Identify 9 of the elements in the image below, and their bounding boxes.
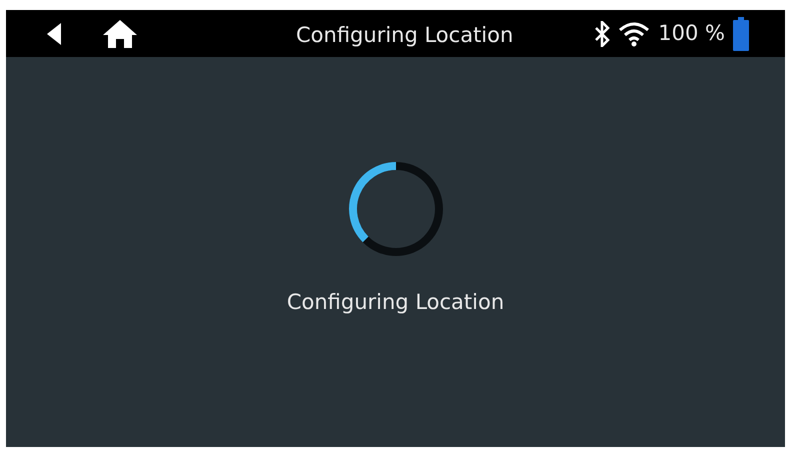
home-icon [102, 18, 138, 48]
battery-percentage: 100 % [658, 20, 725, 47]
battery-icon [733, 16, 749, 50]
bluetooth-icon [594, 20, 610, 46]
wifi-icon [618, 20, 650, 46]
loading-spinner-icon [348, 161, 444, 257]
status-message: Configuring Location [286, 289, 504, 316]
back-icon [45, 22, 63, 46]
screen-title: Configuring Location [296, 22, 514, 49]
